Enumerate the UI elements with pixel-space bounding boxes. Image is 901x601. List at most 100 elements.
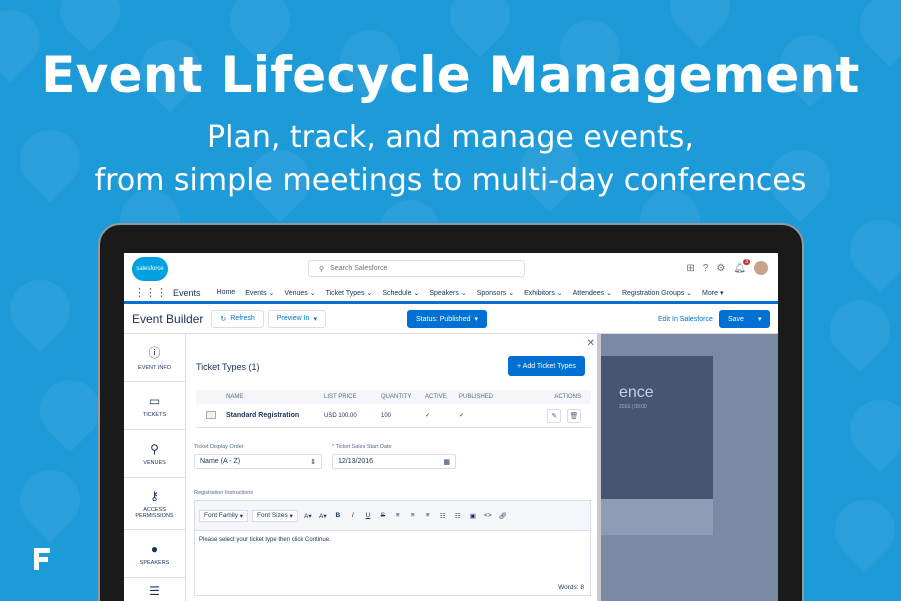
status-button[interactable]: Status: Published ▾ xyxy=(407,310,487,328)
font-sizes-label: Font Sizes xyxy=(257,512,288,519)
align-center-icon[interactable]: ≡ xyxy=(407,512,419,519)
search-input[interactable]: ⚲ Search Salesforce xyxy=(308,260,525,277)
left-nav-item-event-info[interactable]: ⓘ EVENT INFO xyxy=(124,334,185,382)
font-sizes-select[interactable]: Font Sizes ▾ xyxy=(252,509,298,522)
salesforce-logo[interactable]: salesforce xyxy=(132,256,168,281)
preview-in-button[interactable]: Preview In ▾ xyxy=(267,309,326,328)
underline-icon[interactable]: U xyxy=(362,512,374,519)
nav-item-home[interactable]: Home xyxy=(217,289,236,296)
caret-down-icon: ▾ xyxy=(757,316,762,323)
col-actions: ACTIONS xyxy=(554,394,581,400)
table-row: Standard Registration USD 100.00 100 ✓ ✓… xyxy=(196,404,591,428)
image-insert-icon[interactable]: ▣ xyxy=(467,512,479,520)
nav-item-registration-groups[interactable]: Registration Groups ⌄ xyxy=(622,289,692,297)
nav-item-venues[interactable]: Venues ⌄ xyxy=(284,289,315,297)
person-icon: ● xyxy=(150,541,159,556)
close-icon[interactable]: ✕ xyxy=(587,338,595,349)
link-icon[interactable]: 🔗︎ xyxy=(497,512,509,520)
table-header: NAME LIST PRICE QUANTITY ACTIVE PUBLISHE… xyxy=(196,390,591,404)
strikethrough-icon[interactable]: S xyxy=(377,512,389,519)
left-nav-label: VENUES xyxy=(143,459,166,466)
nav-item-attendees[interactable]: Attendees ⌄ xyxy=(573,289,612,297)
font-family-label: Font Family xyxy=(204,512,238,519)
caret-down-icon: ▾ xyxy=(313,315,317,323)
row-active-check-icon: ✓ xyxy=(425,413,431,419)
align-left-icon[interactable]: ≡ xyxy=(392,512,404,519)
ticket-types-title: Ticket Types (1) xyxy=(196,362,260,372)
delete-trash-icon[interactable]: 🗑︎ xyxy=(567,408,581,423)
global-header: salesforce ⚲ Search Salesforce ⊞ ? ⚙ 🔔︎ 3 xyxy=(124,253,778,284)
caret-down-icon: ▾ xyxy=(474,316,478,323)
start-date-label: Ticket Sales Start Date xyxy=(335,444,392,450)
code-icon[interactable]: <> xyxy=(482,512,494,519)
row-name: Standard Registration xyxy=(226,412,300,419)
nav-item-schedule[interactable]: Schedule ⌄ xyxy=(382,289,419,297)
left-nav-item-access-permissions[interactable]: ⚷ ACCESS PERMISSIONS xyxy=(124,478,185,530)
edit-in-salesforce-link[interactable]: Edit In Salesforce xyxy=(658,316,713,323)
bold-icon[interactable]: B xyxy=(332,512,344,519)
preview-image: ence 2016 | 09:00 xyxy=(601,356,713,499)
add-ticket-types-button[interactable]: + Add Ticket Types xyxy=(508,356,585,376)
left-nav-label: ACCESS PERMISSIONS xyxy=(135,506,174,519)
nav-item-exhibitors[interactable]: Exhibitors ⌄ xyxy=(524,289,563,297)
image-icon xyxy=(206,410,216,419)
main-body: ⓘ EVENT INFO ▭ TICKETS ⚲ VENUES ⚷ ACCESS… xyxy=(124,334,778,601)
row-quantity: 100 xyxy=(381,412,392,419)
start-date-input[interactable]: 12/13/2016 ▦ xyxy=(332,454,456,469)
app-screen: salesforce ⚲ Search Salesforce ⊞ ? ⚙ 🔔︎ 3… xyxy=(124,253,778,601)
left-nav-item-venues[interactable]: ⚲ VENUES xyxy=(124,430,185,478)
nav-item-speakers[interactable]: Speakers ⌄ xyxy=(429,289,466,297)
left-nav-item-list[interactable]: ☰ xyxy=(124,578,185,601)
nav-item-ticket-types[interactable]: Ticket Types ⌄ xyxy=(326,289,373,297)
font-family-select[interactable]: Font Family ▾ xyxy=(199,509,249,522)
left-nav-item-tickets[interactable]: ▭ TICKETS xyxy=(124,382,185,430)
refresh-button[interactable]: ↻ Refresh xyxy=(211,309,264,328)
edit-pencil-icon[interactable]: ✎ xyxy=(547,408,562,423)
location-pin-icon: ⚲ xyxy=(150,441,159,456)
nav-item-sponsors[interactable]: Sponsors ⌄ xyxy=(477,289,514,297)
hero-subtitle-line1: Plan, track, and manage events, xyxy=(207,120,694,155)
rte-toolbar: Font Family ▾ Font Sizes ▾ A▾ A▾ B I U S… xyxy=(195,501,590,531)
display-order-value: Name (A - Z) xyxy=(200,458,241,465)
numbered-list-icon[interactable]: ☷ xyxy=(452,512,464,520)
refresh-icon: ↻ xyxy=(220,315,227,323)
calendar-icon: ▦ xyxy=(443,458,450,466)
text-color-icon[interactable]: A▾ xyxy=(302,512,314,520)
row-price: USD 100.00 xyxy=(324,412,357,419)
display-order-select[interactable]: Name (A - Z) ⇕ xyxy=(194,454,322,469)
rte-content[interactable]: Please select your ticket type then clic… xyxy=(195,531,590,549)
save-button[interactable]: Save ▾ xyxy=(719,310,771,328)
bell-icon[interactable]: 🔔︎ 3 xyxy=(733,258,750,274)
highlight-color-icon[interactable]: A▾ xyxy=(317,512,329,520)
row-published-check-icon: ✓ xyxy=(459,413,465,419)
start-date-value: 12/13/2016 xyxy=(338,458,374,465)
align-right-icon[interactable]: ≡ xyxy=(422,512,434,519)
search-placeholder: Search Salesforce xyxy=(330,265,388,272)
col-active: ACTIVE xyxy=(425,394,447,400)
nav-item-more[interactable]: More ▾ xyxy=(702,289,723,297)
hero-title: Event Lifecycle Management xyxy=(41,46,860,104)
gear-icon[interactable]: ⚙ xyxy=(716,263,725,274)
word-count: Words: 8 xyxy=(558,584,584,591)
preview-word: ence xyxy=(619,384,654,401)
builder-bar: Event Builder ↻ Refresh Preview In ▾ Sta… xyxy=(124,304,778,334)
header-icons: ⊞ ? ⚙ 🔔︎ 3 xyxy=(686,258,768,275)
page-title: Event Builder xyxy=(132,311,204,326)
col-quantity: QUANTITY xyxy=(381,394,412,400)
italic-icon[interactable]: I xyxy=(347,512,359,519)
bullet-list-icon[interactable]: ☷ xyxy=(437,512,449,520)
search-icon: ⚲ xyxy=(319,265,325,273)
help-icon[interactable]: ? xyxy=(703,263,709,274)
ticket-types-panel: ✕ Ticket Types (1) + Add Ticket Types NA… xyxy=(186,334,601,601)
col-price: LIST PRICE xyxy=(324,394,357,400)
nav-item-events[interactable]: Events ⌄ xyxy=(245,289,274,297)
add-icon[interactable]: ⊞ xyxy=(686,263,694,274)
preview-label: Preview In xyxy=(276,315,310,322)
app-launcher-icon[interactable]: ⋮⋮⋮ xyxy=(134,286,167,299)
col-published: PUBLISHED xyxy=(459,394,494,400)
list-icon: ☰ xyxy=(149,584,160,598)
left-nav-item-speakers[interactable]: ● SPEAKERS xyxy=(124,530,185,578)
status-label: Status: Published xyxy=(416,315,471,323)
avatar[interactable] xyxy=(754,261,768,275)
app-name: Events xyxy=(173,287,201,298)
